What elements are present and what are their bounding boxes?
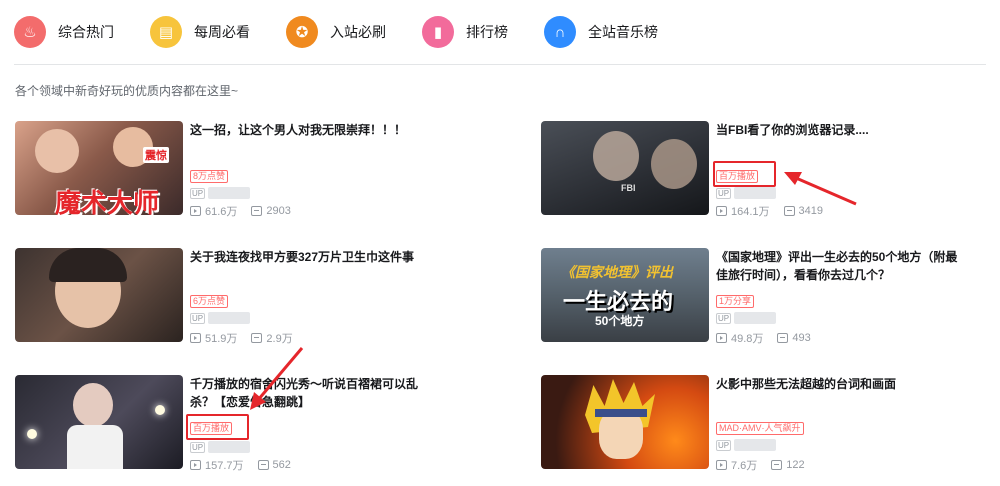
annotation-arrow bbox=[250, 172, 857, 410]
